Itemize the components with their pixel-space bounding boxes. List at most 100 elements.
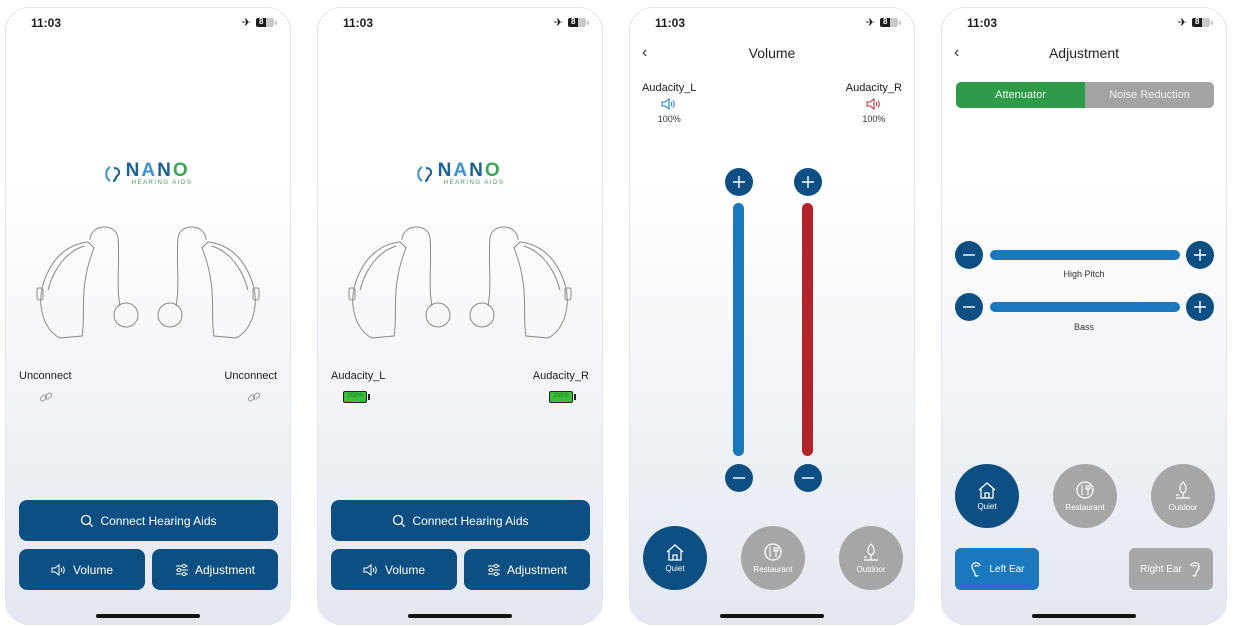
volume-label: Volume <box>384 562 426 577</box>
hearing-aids-illustration <box>36 226 260 339</box>
plus-icon <box>1194 249 1206 261</box>
tree-icon <box>1176 481 1190 499</box>
home-indicator[interactable] <box>1032 614 1136 618</box>
adjustment-button[interactable]: Adjustment <box>464 549 590 590</box>
mode-label: Outdoor <box>1168 503 1198 512</box>
status-time: 11:03 <box>343 16 374 30</box>
house-icon <box>666 544 684 561</box>
left-ear-label: Left Ear <box>989 563 1025 575</box>
hearing-aids-illustration <box>348 226 572 339</box>
high-pitch-decrease-button[interactable] <box>955 241 983 269</box>
dining-icon <box>764 543 782 561</box>
airplane-icon: ✈ <box>1177 17 1187 29</box>
mode-quiet-button[interactable]: Quiet <box>955 464 1019 528</box>
mode-outdoor-button[interactable]: Outdoor <box>1151 464 1215 528</box>
right-battery-indicator: 100% <box>549 391 577 403</box>
search-icon <box>81 514 94 527</box>
dining-icon <box>1076 481 1094 499</box>
mode-quiet-button[interactable]: Quiet <box>643 526 707 590</box>
brand-logo: NANO HEARING AIDS <box>6 161 290 186</box>
left-volume-info: Audacity_L 100% <box>642 82 696 124</box>
brand-tagline: HEARING AIDS <box>131 180 193 186</box>
home-indicator[interactable] <box>408 614 512 618</box>
connect-label: Connect Hearing Aids <box>412 513 529 528</box>
right-device-name: Audacity_R <box>532 370 589 382</box>
status-time: 11:03 <box>655 16 686 30</box>
bass-decrease-button[interactable] <box>955 293 983 321</box>
bass-label: Bass <box>1073 322 1094 332</box>
high-pitch-slider[interactable] <box>990 250 1180 260</box>
tab-attenuator[interactable]: Attenuator <box>956 82 1085 108</box>
volume-button[interactable]: Volume <box>331 549 457 590</box>
left-volume-up-button[interactable] <box>725 168 753 196</box>
brand-name: NANO <box>125 160 190 181</box>
brand-name: NANO <box>437 160 502 181</box>
bass-slider[interactable] <box>990 302 1180 312</box>
house-icon <box>978 482 996 499</box>
ear-logo-icon <box>416 165 432 182</box>
battery-icon: 8 <box>1192 17 1213 27</box>
left-ear-button[interactable]: Left Ear <box>955 548 1039 590</box>
battery-icon: 8 <box>880 17 901 27</box>
left-device-name: Audacity_L <box>642 82 697 94</box>
mode-label: Outdoor <box>856 565 886 574</box>
adjustment-button[interactable]: Adjustment <box>152 549 278 590</box>
speaker-icon <box>866 98 880 110</box>
link-icon <box>39 392 53 402</box>
status-icons: ✈ 8 <box>241 16 277 29</box>
right-volume-percent: 100% <box>862 114 886 124</box>
screen-adjustment: 11:03 ✈ 8 ‹ Adjustment Attenuator Noise … <box>941 7 1227 625</box>
airplane-icon: ✈ <box>241 17 251 29</box>
mode-restaurant-button[interactable]: Restaurant <box>741 526 805 590</box>
screen-home-connected: 11:03 ✈ 8 NANO HEARING AIDS Audacity_L A… <box>317 7 603 625</box>
page-title: Adjustment <box>1048 45 1120 61</box>
left-battery-indicator: 100% <box>343 391 371 403</box>
mode-label: Restaurant <box>1065 503 1105 512</box>
connect-hearing-aids-button[interactable]: Connect Hearing Aids <box>331 500 590 541</box>
volume-label: Volume <box>72 562 114 577</box>
brand-logo: NANO HEARING AIDS <box>318 161 602 186</box>
battery-icon: 8 <box>256 17 277 27</box>
page-title: Volume <box>748 45 796 61</box>
left-volume-down-button[interactable] <box>725 464 753 492</box>
screen-volume: 11:03 ✈ 8 ‹ Volume Audacity_L 100% Audac… <box>629 7 915 625</box>
right-volume-slider[interactable] <box>802 203 813 456</box>
link-icon <box>247 392 261 402</box>
right-volume-down-button[interactable] <box>794 464 822 492</box>
bass-increase-button[interactable] <box>1186 293 1214 321</box>
mode-label: Quiet <box>977 502 997 511</box>
tab-noise-reduction[interactable]: Noise Reduction <box>1085 82 1214 108</box>
mode-label: Restaurant <box>753 565 793 574</box>
mode-outdoor-button[interactable]: Outdoor <box>839 526 903 590</box>
plus-icon <box>802 176 814 188</box>
status-icons: ✈ 8 <box>1177 16 1213 29</box>
mode-restaurant-button[interactable]: Restaurant <box>1053 464 1117 528</box>
home-indicator[interactable] <box>720 614 824 618</box>
left-device-name: Audacity_L <box>331 370 386 382</box>
mode-label: Quiet <box>665 564 685 573</box>
sliders-icon <box>487 563 500 576</box>
right-volume-info: Audacity_R 100% <box>846 82 902 124</box>
ear-icon <box>1190 562 1200 577</box>
adjustment-label: Adjustment <box>194 562 256 577</box>
volume-button[interactable]: Volume <box>19 549 145 590</box>
connect-hearing-aids-button[interactable]: Connect Hearing Aids <box>19 500 278 541</box>
ear-icon <box>971 562 982 577</box>
minus-icon <box>733 477 745 479</box>
right-device-name: Audacity_R <box>845 82 902 94</box>
status-time: 11:03 <box>967 16 998 30</box>
right-ear-button[interactable]: Right Ear <box>1129 548 1213 590</box>
connect-label: Connect Hearing Aids <box>100 513 217 528</box>
left-device-status: Unconnect <box>19 370 72 382</box>
search-icon <box>393 514 406 527</box>
airplane-icon: ✈ <box>553 17 563 29</box>
minus-icon <box>963 306 975 308</box>
battery-icon: 8 <box>568 17 589 27</box>
high-pitch-increase-button[interactable] <box>1186 241 1214 269</box>
speaker-icon <box>363 563 377 576</box>
plus-icon <box>1194 301 1206 313</box>
screen-home-disconnected: 11:03 ✈ 8 NANO HEARING AIDS Unconnect Un… <box>5 7 291 625</box>
home-indicator[interactable] <box>96 614 200 618</box>
left-volume-slider[interactable] <box>733 203 744 456</box>
right-volume-up-button[interactable] <box>794 168 822 196</box>
